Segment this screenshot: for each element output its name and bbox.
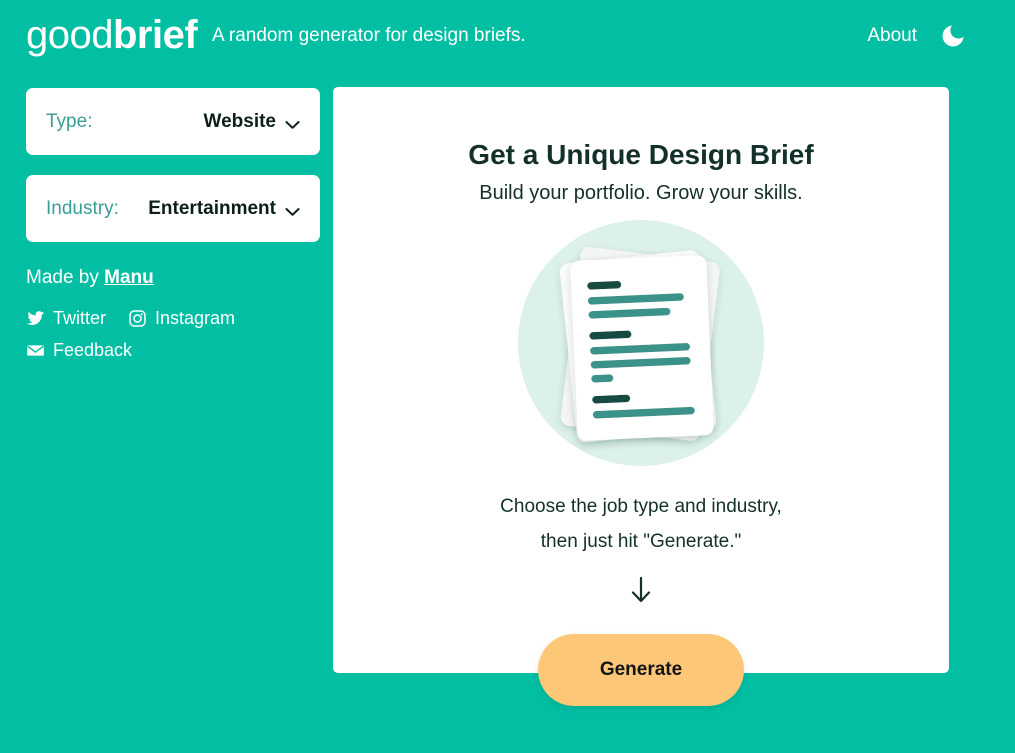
social-links-row-secondary: Feedback <box>26 338 132 362</box>
industry-select-value: Entertainment <box>148 197 276 219</box>
main-card: Get a Unique Design Brief Build your por… <box>333 87 949 706</box>
twitter-icon <box>26 309 45 328</box>
social-links-row-primary: Twitter Instagram <box>26 306 235 330</box>
chevron-down-icon <box>285 204 300 216</box>
instructions-line-2: then just hit "Generate." <box>540 531 742 552</box>
app-header: goodbrief A random generator for design … <box>0 0 1015 72</box>
instagram-link[interactable]: Instagram <box>128 306 235 330</box>
twitter-link[interactable]: Twitter <box>26 306 106 330</box>
feedback-label: Feedback <box>53 340 133 360</box>
brand-logo-bold: brief <box>112 13 198 57</box>
about-link[interactable]: About <box>867 24 917 48</box>
moon-icon[interactable] <box>939 22 967 50</box>
credits-prefix: Made by <box>26 267 105 288</box>
stacked-documents-icon <box>518 220 764 466</box>
author-link[interactable]: Manu <box>104 267 154 288</box>
page-title: Get a Unique Design Brief <box>468 139 814 170</box>
industry-select[interactable]: Industry: Entertainment <box>26 175 320 242</box>
instagram-label: Instagram <box>155 308 236 328</box>
generate-button[interactable]: Generate <box>538 634 744 706</box>
instructions-text: Choose the job type and industry, then j… <box>333 489 949 559</box>
industry-select-label: Industry: <box>46 197 119 219</box>
app-tagline: A random generator for design briefs. <box>212 25 526 46</box>
instagram-icon <box>128 309 147 328</box>
type-select-value-wrap: Website <box>203 111 300 133</box>
industry-select-value-wrap: Entertainment <box>148 198 300 220</box>
type-select-value: Website <box>203 110 276 132</box>
twitter-label: Twitter <box>53 308 107 328</box>
brand-logo: goodbrief <box>26 12 198 58</box>
instructions-line-1: Choose the job type and industry, <box>500 496 782 517</box>
envelope-icon <box>26 341 45 360</box>
type-select[interactable]: Type: Website <box>26 88 320 155</box>
brand-logo-light: good <box>26 13 113 57</box>
arrow-down-icon <box>629 576 653 604</box>
sidebar: Type: Website Industry: Entertainment <box>26 88 320 242</box>
feedback-link[interactable]: Feedback <box>26 338 132 362</box>
page-subtitle: Build your portfolio. Grow your skills. <box>479 182 803 204</box>
type-select-label: Type: <box>46 110 93 132</box>
chevron-down-icon <box>285 117 300 129</box>
credits: Made by Manu <box>26 265 154 291</box>
